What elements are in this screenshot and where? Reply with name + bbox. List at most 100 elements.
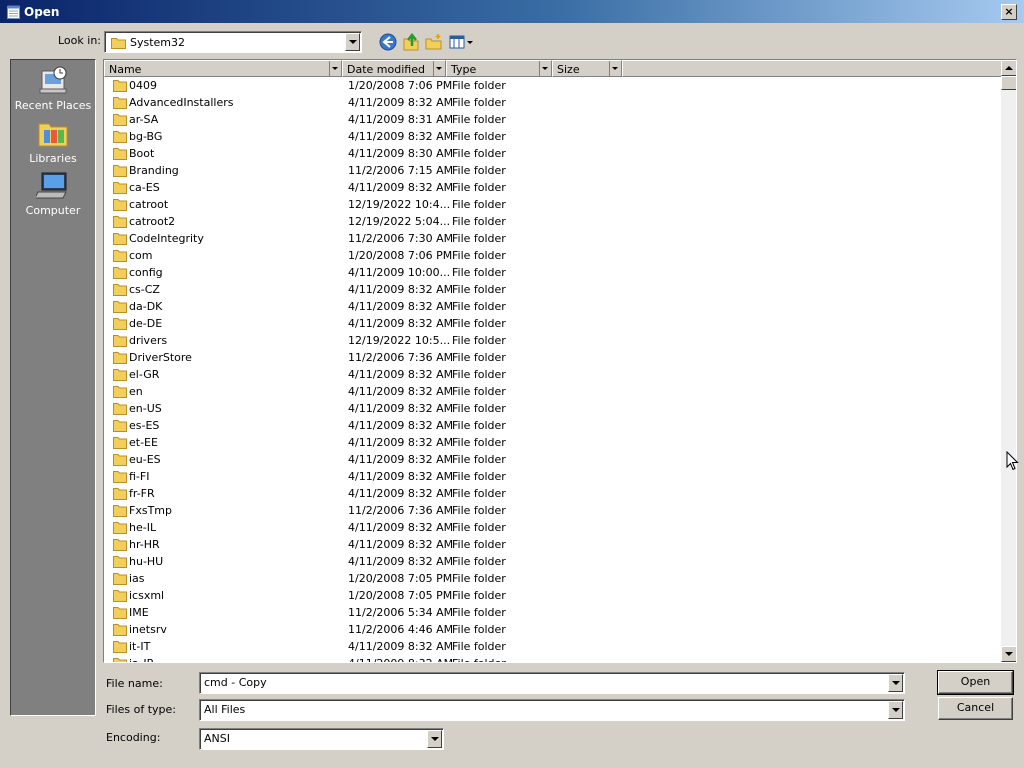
file-row[interactable]: com 1/20/2008 7:06 PM File folder: [104, 247, 1002, 264]
window-title: Open: [24, 5, 60, 19]
chevron-down-icon[interactable]: [329, 61, 341, 76]
file-type: File folder: [452, 368, 506, 381]
place-label: Libraries: [29, 152, 77, 165]
scroll-thumb[interactable]: [1001, 76, 1016, 90]
file-type: File folder: [452, 436, 506, 449]
encoding-select[interactable]: ANSI: [199, 728, 444, 750]
vertical-scrollbar[interactable]: [1001, 60, 1016, 662]
folder-icon: [113, 386, 127, 398]
chevron-down-icon[interactable]: [427, 730, 442, 748]
file-row[interactable]: el-GR 4/11/2009 8:32 AM File folder: [104, 366, 1002, 383]
file-row[interactable]: fr-FR 4/11/2009 8:32 AM File folder: [104, 485, 1002, 502]
file-row[interactable]: bg-BG 4/11/2009 8:32 AM File folder: [104, 128, 1002, 145]
close-button[interactable]: ×: [1001, 4, 1017, 20]
file-name: el-GR: [129, 368, 160, 381]
file-row[interactable]: ca-ES 4/11/2009 8:32 AM File folder: [104, 179, 1002, 196]
file-row[interactable]: ar-SA 4/11/2009 8:31 AM File folder: [104, 111, 1002, 128]
chevron-down-icon[interactable]: [433, 61, 445, 76]
file-row[interactable]: de-DE 4/11/2009 8:32 AM File folder: [104, 315, 1002, 332]
file-row[interactable]: icsxml 1/20/2008 7:05 PM File folder: [104, 587, 1002, 604]
file-row[interactable]: CodeIntegrity 11/2/2006 7:30 AM File folde…: [104, 230, 1002, 247]
folder-icon: [113, 352, 127, 364]
file-row[interactable]: fi-FI 4/11/2009 8:32 AM File folder: [104, 468, 1002, 485]
file-row[interactable]: catroot2 12/19/2022 5:04... File folder: [104, 213, 1002, 230]
file-date: 4/11/2009 8:32 AM: [348, 300, 454, 313]
file-row[interactable]: es-ES 4/11/2009 8:32 AM File folder: [104, 417, 1002, 434]
folder-icon: [113, 335, 127, 347]
lookin-combo[interactable]: System32: [104, 31, 362, 53]
file-row[interactable]: Branding 11/2/2006 7:15 AM File folder: [104, 162, 1002, 179]
file-row[interactable]: drivers 12/19/2022 10:5... File folder: [104, 332, 1002, 349]
filename-field[interactable]: cmd - Copy: [199, 672, 905, 694]
file-row[interactable]: config 4/11/2009 10:00... File folder: [104, 264, 1002, 281]
file-row[interactable]: 0409 1/20/2008 7:06 PM File folder: [104, 77, 1002, 94]
open-button[interactable]: Open: [937, 670, 1014, 695]
file-type: File folder: [452, 130, 506, 143]
file-row[interactable]: da-DK 4/11/2009 8:32 AM File folder: [104, 298, 1002, 315]
file-name: FxsTmp: [129, 504, 172, 517]
file-row[interactable]: it-IT 4/11/2009 8:32 AM File folder: [104, 638, 1002, 655]
file-row[interactable]: ias 1/20/2008 7:05 PM File folder: [104, 570, 1002, 587]
new-folder-icon[interactable]: [424, 32, 444, 52]
place-computer[interactable]: Computer: [11, 170, 95, 217]
file-date: 4/11/2009 8:32 AM: [348, 453, 454, 466]
file-row[interactable]: en-US 4/11/2009 8:32 AM File folder: [104, 400, 1002, 417]
column-header-type[interactable]: Type: [446, 60, 552, 77]
file-row[interactable]: ja-JP 4/11/2009 8:32 AMFile folder: [104, 655, 1002, 662]
file-row[interactable]: eu-ES 4/11/2009 8:32 AM File folder: [104, 451, 1002, 468]
chevron-down-icon[interactable]: [888, 701, 903, 719]
file-type: File folder: [452, 215, 506, 228]
column-header-size[interactable]: Size: [552, 60, 622, 77]
filetype-label: Files of type:: [106, 703, 177, 716]
place-libraries[interactable]: Libraries: [11, 118, 95, 165]
file-row[interactable]: cs-CZ 4/11/2009 8:32 AM File folder: [104, 281, 1002, 298]
file-date: 4/11/2009 8:32 AM: [348, 130, 454, 143]
file-row[interactable]: catroot 12/19/2022 10:4... File folder: [104, 196, 1002, 213]
file-date: 11/2/2006 7:36 AM: [348, 351, 454, 364]
filetype-select[interactable]: All Files: [199, 699, 905, 721]
file-name: da-DK: [129, 300, 163, 313]
file-row[interactable]: DriverStore 11/2/2006 7:36 AM File folder: [104, 349, 1002, 366]
file-row[interactable]: en 4/11/2009 8:32 AM File folder: [104, 383, 1002, 400]
file-row[interactable]: et-EE 4/11/2009 8:32 AM File folder: [104, 434, 1002, 451]
folder-icon: [113, 97, 127, 109]
chevron-down-icon[interactable]: [888, 674, 903, 692]
scroll-down-button[interactable]: [1001, 646, 1016, 662]
file-row[interactable]: he-IL 4/11/2009 8:32 AM File folder: [104, 519, 1002, 536]
folder-icon: [113, 556, 127, 568]
up-folder-icon[interactable]: [401, 32, 421, 52]
file-name: hu-HU: [129, 555, 164, 568]
file-row[interactable]: hu-HU 4/11/2009 8:32 AM File folder: [104, 553, 1002, 570]
place-recent-places[interactable]: Recent Places: [11, 65, 95, 112]
file-row[interactable]: inetsrv 11/2/2006 4:46 AM File folder: [104, 621, 1002, 638]
file-row[interactable]: Boot 4/11/2009 8:30 AM File folder: [104, 145, 1002, 162]
file-type: File folder: [452, 419, 506, 432]
column-header-name[interactable]: Name: [104, 60, 342, 77]
chevron-down-icon[interactable]: [345, 33, 360, 51]
cancel-button[interactable]: Cancel: [938, 697, 1013, 720]
file-row[interactable]: hr-HR 4/11/2009 8:32 AM File folder: [104, 536, 1002, 553]
title-bar: Open ×: [0, 0, 1024, 23]
chevron-down-icon[interactable]: [609, 61, 621, 76]
file-type: File folder: [452, 606, 506, 619]
column-headers: Name Date modified Type Size: [104, 60, 1002, 77]
folder-icon: [113, 233, 127, 245]
computer-icon: [36, 172, 67, 199]
folder-icon: [113, 522, 127, 534]
scroll-up-button[interactable]: [1001, 60, 1016, 76]
file-name: en: [129, 385, 143, 398]
back-icon[interactable]: [378, 32, 398, 52]
file-row[interactable]: IME 11/2/2006 5:34 AM File folder: [104, 604, 1002, 621]
file-name: es-ES: [129, 419, 160, 432]
views-menu-icon[interactable]: [448, 32, 474, 52]
file-list[interactable]: Name Date modified Type Size 0409 1/20/20…: [103, 59, 1017, 663]
file-row[interactable]: AdvancedInstallers 4/11/2009 8:32 AM File …: [104, 94, 1002, 111]
folder-icon: [113, 607, 127, 619]
file-row[interactable]: FxsTmp 11/2/2006 7:36 AM File folder: [104, 502, 1002, 519]
file-name: icsxml: [129, 589, 165, 602]
file-name: Branding: [129, 164, 179, 177]
encoding-value: ANSI: [204, 732, 230, 745]
file-name: ja-JP: [129, 657, 153, 662]
column-header-date[interactable]: Date modified: [342, 60, 446, 77]
chevron-down-icon[interactable]: [539, 61, 551, 76]
